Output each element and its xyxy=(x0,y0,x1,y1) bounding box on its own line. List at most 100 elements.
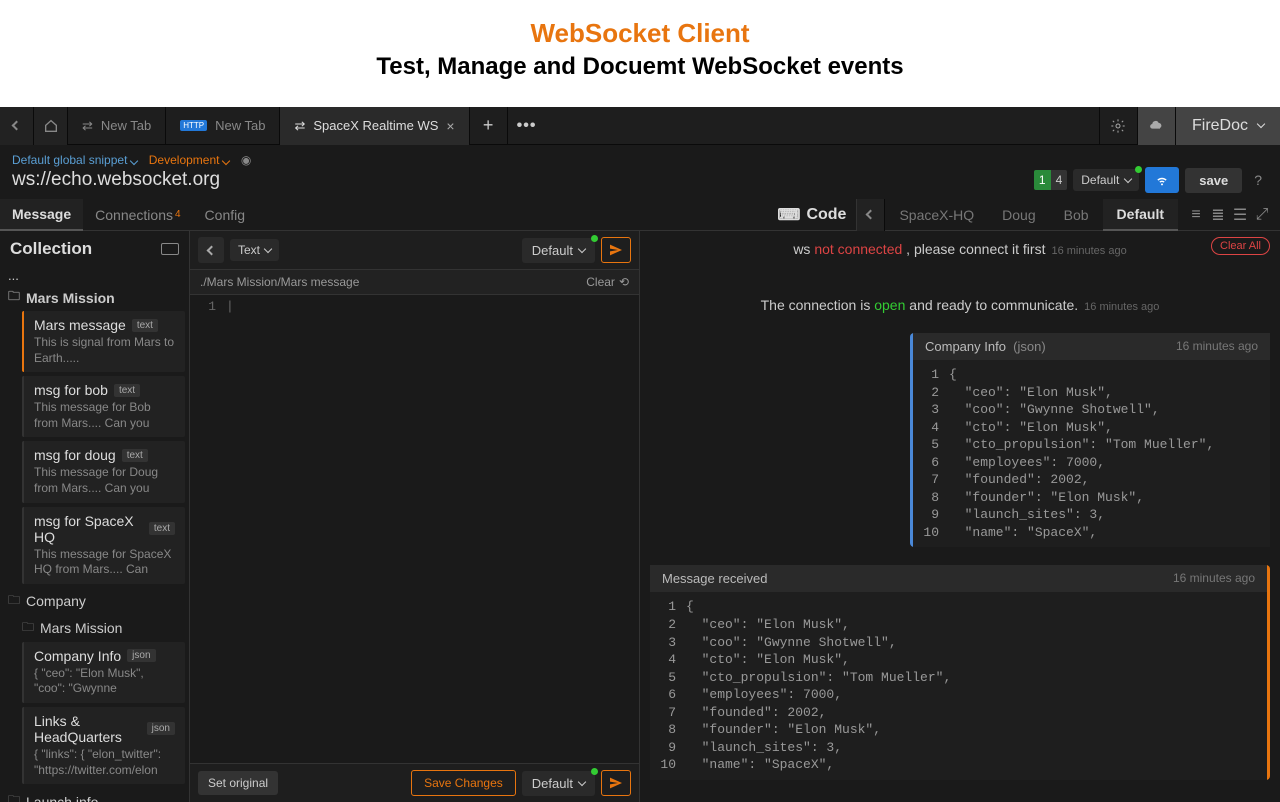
hero-subtitle: Test, Manage and Docuemt WebSocket event… xyxy=(0,53,1280,81)
folder-mars-mission[interactable]: 🗀Mars Mission xyxy=(0,284,189,311)
send-target-dropdown[interactable]: Default xyxy=(522,238,595,263)
type-badge: text xyxy=(132,319,158,332)
nav-back-button[interactable] xyxy=(0,107,34,145)
msg-card-mars-message[interactable]: Mars messagetext This is signal from Mar… xyxy=(22,311,185,372)
settings-button[interactable] xyxy=(1099,107,1137,145)
tab-config[interactable]: Config xyxy=(193,199,257,231)
log-column: Clear All ws not connected , please conn… xyxy=(640,231,1280,802)
tree-root[interactable]: ... xyxy=(0,267,189,284)
tab-overflow-button[interactable]: ••• xyxy=(508,117,546,135)
msg-preview: This is signal from Mars to Earth..... xyxy=(34,335,175,366)
home-button[interactable] xyxy=(34,107,68,145)
editor-cursor: | xyxy=(226,299,234,759)
ws-icon: ⇄ xyxy=(294,118,305,134)
conn-total-count: 4 xyxy=(1051,170,1068,190)
editor-back-button[interactable] xyxy=(198,237,224,263)
http-badge: HTTP xyxy=(180,120,207,131)
code-content: { "ceo": "Elon Musk", "coo": "Gwynne Sho… xyxy=(949,366,1214,541)
target-default[interactable]: Default xyxy=(1103,199,1178,231)
msg-preview: This message for Bob from Mars.... Can y… xyxy=(34,400,175,431)
chevron-down-icon xyxy=(578,244,586,252)
tab-message[interactable]: Message xyxy=(0,199,83,231)
view-align-right-icon[interactable]: ☰ xyxy=(1230,205,1250,225)
target-doug[interactable]: Doug xyxy=(988,199,1049,231)
status-dot xyxy=(591,235,598,242)
tab-spacex[interactable]: ⇄SpaceX Realtime WS× xyxy=(280,107,469,145)
brand-dropdown[interactable]: FireDoc xyxy=(1175,107,1280,145)
code-button[interactable]: ⌨Code xyxy=(767,205,856,225)
collection-header: Collection xyxy=(0,231,189,267)
code-content: { "ceo": "Elon Musk", "coo": "Gwynne Sho… xyxy=(686,598,951,773)
panel-title: Company Info xyxy=(925,339,1006,354)
clear-editor-button[interactable]: Clear ⟲ xyxy=(586,275,629,289)
add-tab-button[interactable]: + xyxy=(470,107,508,145)
chevron-down-icon xyxy=(1124,174,1132,182)
chevron-down-icon xyxy=(264,244,272,252)
msg-card-spacex-hq[interactable]: msg for SpaceX HQtext This message for S… xyxy=(22,507,185,584)
new-folder-icon[interactable] xyxy=(161,243,179,255)
close-icon[interactable]: × xyxy=(446,118,454,134)
code-editor[interactable]: 1 | xyxy=(190,295,639,763)
connection-badge: 4 xyxy=(175,209,181,220)
chevron-down-icon xyxy=(1257,120,1265,128)
send-button[interactable] xyxy=(601,237,631,263)
target-back-button[interactable] xyxy=(857,199,885,231)
tab-new-1[interactable]: ⇄New Tab xyxy=(68,107,166,145)
status-dot xyxy=(591,768,598,775)
msg-card-doug[interactable]: msg for dougtext This message for Doug f… xyxy=(22,441,185,502)
type-badge: text xyxy=(114,384,140,397)
target-spacex-hq[interactable]: SpaceX-HQ xyxy=(885,199,988,231)
panel-time: 16 minutes ago xyxy=(1176,339,1258,354)
gutter: 1 xyxy=(190,299,226,759)
save-button[interactable]: save xyxy=(1185,168,1242,193)
content-tabs: Message Connections4 Config ⌨Code SpaceX… xyxy=(0,199,1280,231)
snippet-dropdown[interactable]: Default global snippet xyxy=(12,153,137,167)
type-badge: text xyxy=(149,522,175,535)
folder-icon: 🗀 xyxy=(8,591,20,612)
ws-url[interactable]: ws://echo.websocket.org xyxy=(12,169,1034,191)
ws-icon: ⇄ xyxy=(82,118,93,134)
payload-type-dropdown[interactable]: Text xyxy=(230,239,279,261)
status-dot xyxy=(1135,166,1142,173)
env-dropdown[interactable]: Development xyxy=(149,153,229,167)
footer-send-target-dropdown[interactable]: Default xyxy=(522,771,595,796)
view-align-left-icon[interactable]: ≡ xyxy=(1186,205,1206,225)
folder-company-mars[interactable]: 🗀Mars Mission xyxy=(0,615,189,642)
received-message-panel: Message received 16 minutes ago 1 2 3 4 … xyxy=(650,565,1270,779)
type-badge: text xyxy=(122,449,148,462)
footer-send-button[interactable] xyxy=(601,770,631,796)
connection-selector[interactable]: Default xyxy=(1073,169,1139,191)
clear-all-button[interactable]: Clear All xyxy=(1211,237,1270,255)
visibility-icon[interactable]: ◉ xyxy=(241,153,251,167)
log-status-disconnected: ws not connected , please connect it fir… xyxy=(640,231,1280,259)
log-status-connected: The connection is open and ready to comm… xyxy=(640,287,1280,315)
help-button[interactable]: ? xyxy=(1248,172,1268,188)
msg-card-company-info[interactable]: Company Infojson { "ceo": "Elon Musk", "… xyxy=(22,642,185,703)
tab-new-2[interactable]: HTTPNew Tab xyxy=(166,107,280,145)
reset-icon: ⟲ xyxy=(619,275,629,289)
chevron-down-icon xyxy=(130,157,138,165)
main-area: Collection ... 🗀Mars Mission Mars messag… xyxy=(0,231,1280,802)
editor-path: ./Mars Mission/Mars message xyxy=(200,275,359,289)
folder-icon: 🗀 xyxy=(22,618,34,639)
folder-company[interactable]: 🗀Company xyxy=(0,588,189,615)
brand-label: FireDoc xyxy=(1192,117,1248,135)
tab-connections[interactable]: Connections4 xyxy=(83,199,192,231)
msg-card-bob[interactable]: msg for bobtext This message for Bob fro… xyxy=(22,376,185,437)
type-badge: json xyxy=(127,649,155,662)
panel-title: Message received xyxy=(662,571,768,586)
save-changes-button[interactable]: Save Changes xyxy=(411,770,516,796)
collection-sidebar: Collection ... 🗀Mars Mission Mars messag… xyxy=(0,231,190,802)
msg-card-links[interactable]: Links & HeadQuartersjson { "links": { "e… xyxy=(22,707,185,784)
target-bob[interactable]: Bob xyxy=(1050,199,1103,231)
panel-time: 16 minutes ago xyxy=(1173,571,1255,586)
gutter: 1 2 3 4 5 6 7 8 9 10 xyxy=(913,366,949,541)
msg-preview: { "ceo": "Elon Musk", "coo": "Gwynne xyxy=(34,666,175,697)
set-original-button[interactable]: Set original xyxy=(198,771,278,795)
view-align-center-icon[interactable]: ≣ xyxy=(1208,205,1228,225)
expand-icon[interactable]: ⤢ xyxy=(1252,205,1272,225)
folder-icon: 🗀 xyxy=(8,287,20,308)
cloud-icon[interactable] xyxy=(1137,107,1175,145)
connect-button[interactable] xyxy=(1145,167,1179,193)
url-row: Default global snippet Development ◉ ws:… xyxy=(0,145,1280,199)
